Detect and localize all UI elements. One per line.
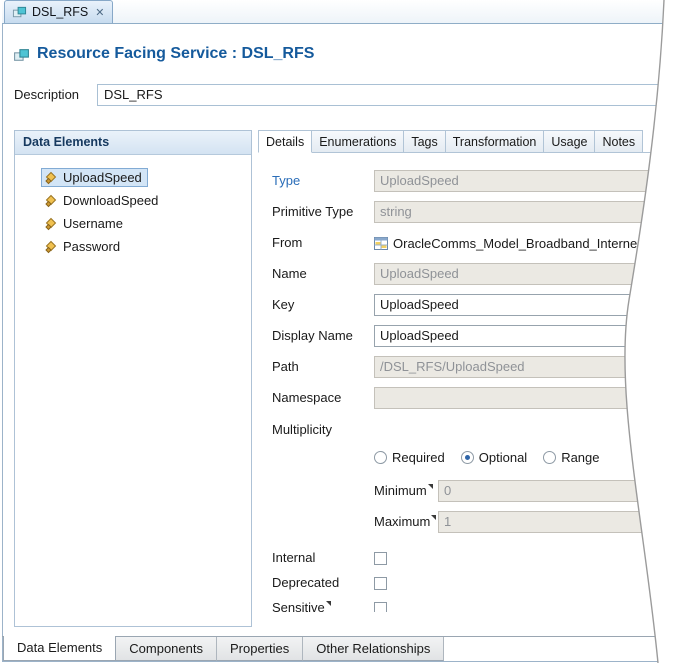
path-field: /DSL_RFS/UploadSpeed: [374, 356, 665, 378]
bottom-tab-data-elements[interactable]: Data Elements: [3, 636, 117, 661]
description-label: Description: [14, 87, 80, 102]
primitive-type-field: string: [374, 201, 665, 223]
namespace-field: [374, 387, 665, 409]
radio-required-icon[interactable]: [374, 450, 387, 464]
close-icon[interactable]: ✕: [95, 6, 104, 19]
design-studio-editor: DSL_RFS ✕ Resource Facing Service : DSL_…: [0, 0, 673, 663]
radio-range[interactable]: Range: [543, 450, 600, 465]
resource-facing-service-icon: [13, 47, 30, 67]
key-input[interactable]: UploadSpeed: [374, 294, 665, 316]
radio-range-icon[interactable]: [543, 450, 557, 464]
radio-optional[interactable]: Optional: [460, 450, 527, 465]
data-elements-panel-title: Data Elements: [15, 131, 251, 155]
display-name-label: Display Name: [272, 328, 353, 343]
tree-item-label: DownloadSpeed: [63, 193, 159, 208]
tab-tags[interactable]: Tags: [404, 130, 446, 153]
type-link[interactable]: Type: [272, 170, 300, 192]
type-field: UploadSpeed: [374, 170, 665, 192]
primitive-type-label: Primitive Type: [272, 204, 354, 219]
tab-enumerations[interactable]: Enumerations: [312, 130, 405, 153]
data-element-icon: [44, 240, 58, 254]
tree-item-label: UploadSpeed: [63, 170, 142, 185]
internal-label: Internal: [272, 550, 316, 565]
tab-usage[interactable]: Usage: [544, 130, 596, 153]
from-value: OracleComms_Model_Broadband_Interne: [393, 235, 638, 251]
multiplicity-radio-group: Required Optional Range: [374, 449, 600, 465]
tree-item-password[interactable]: Password: [15, 235, 251, 258]
display-name-input[interactable]: UploadSpeed: [374, 325, 665, 347]
tab-notes[interactable]: Notes: [595, 130, 644, 153]
radio-optional-icon[interactable]: [460, 450, 474, 464]
model-table-icon: [374, 236, 388, 250]
multiplicity-label: Multiplicity: [272, 422, 332, 437]
bottom-tab-bar: Data Elements Components Properties Othe…: [3, 636, 445, 661]
data-elements-tree: UploadSpeed DownloadSpeed Username Passw…: [15, 155, 251, 258]
description-input[interactable]: DSL_RFS: [97, 84, 665, 106]
editor-tab-label: DSL_RFS: [32, 5, 89, 19]
deprecated-label: Deprecated: [272, 575, 340, 590]
sensitive-label: Sensitive: [272, 599, 331, 612]
data-element-icon: [44, 171, 58, 185]
deprecated-checkbox[interactable]: [374, 577, 387, 590]
tree-item-label: Username: [63, 216, 123, 231]
page-title: Resource Facing Service : DSL_RFS: [37, 45, 315, 62]
data-element-icon: [44, 194, 58, 208]
internal-checkbox[interactable]: [374, 552, 387, 565]
tree-item-uploadspeed[interactable]: UploadSpeed: [15, 166, 251, 189]
editor-tab-dsl-rfs[interactable]: DSL_RFS ✕: [4, 0, 113, 23]
minimum-label: Minimum: [374, 480, 433, 502]
details-form: Type UploadSpeed Primitive Type string F…: [258, 152, 665, 612]
namespace-label: Namespace: [272, 390, 342, 405]
editor-tab-bar: DSL_RFS ✕: [2, 0, 673, 24]
path-label: Path: [272, 359, 299, 374]
radio-required[interactable]: Required: [374, 450, 445, 465]
sensitive-checkbox[interactable]: [374, 602, 387, 612]
bottom-tab-components[interactable]: Components: [116, 637, 217, 661]
tree-item-label: Password: [63, 239, 121, 254]
description-value: DSL_RFS: [104, 87, 163, 102]
tree-item-downloadspeed[interactable]: DownloadSpeed: [15, 189, 251, 212]
detail-tab-bar: Details Enumerations Tags Transformation…: [258, 130, 644, 153]
key-label: Key: [272, 297, 295, 312]
bottom-tab-other-relationships[interactable]: Other Relationships: [303, 637, 445, 661]
service-icon: [12, 5, 27, 20]
name-label: Name: [272, 266, 307, 281]
from-label: From: [272, 235, 303, 250]
minimum-field: 0: [438, 480, 661, 502]
tree-item-username[interactable]: Username: [15, 212, 251, 235]
data-elements-panel: Data Elements UploadSpeed DownloadSpeed …: [14, 130, 252, 627]
data-element-icon: [44, 217, 58, 231]
maximum-field: 1: [438, 511, 661, 533]
bottom-tab-properties[interactable]: Properties: [216, 637, 304, 661]
advanced-marker-icon: [325, 601, 331, 606]
maximum-label: Maximum: [374, 511, 437, 533]
advanced-marker-icon: [431, 515, 437, 520]
from-value-row: OracleComms_Model_Broadband_Interne: [374, 232, 637, 254]
advanced-marker-icon: [427, 484, 433, 489]
tab-transformation[interactable]: Transformation: [445, 130, 545, 153]
tab-details[interactable]: Details: [258, 130, 313, 153]
name-field: UploadSpeed: [374, 263, 665, 285]
